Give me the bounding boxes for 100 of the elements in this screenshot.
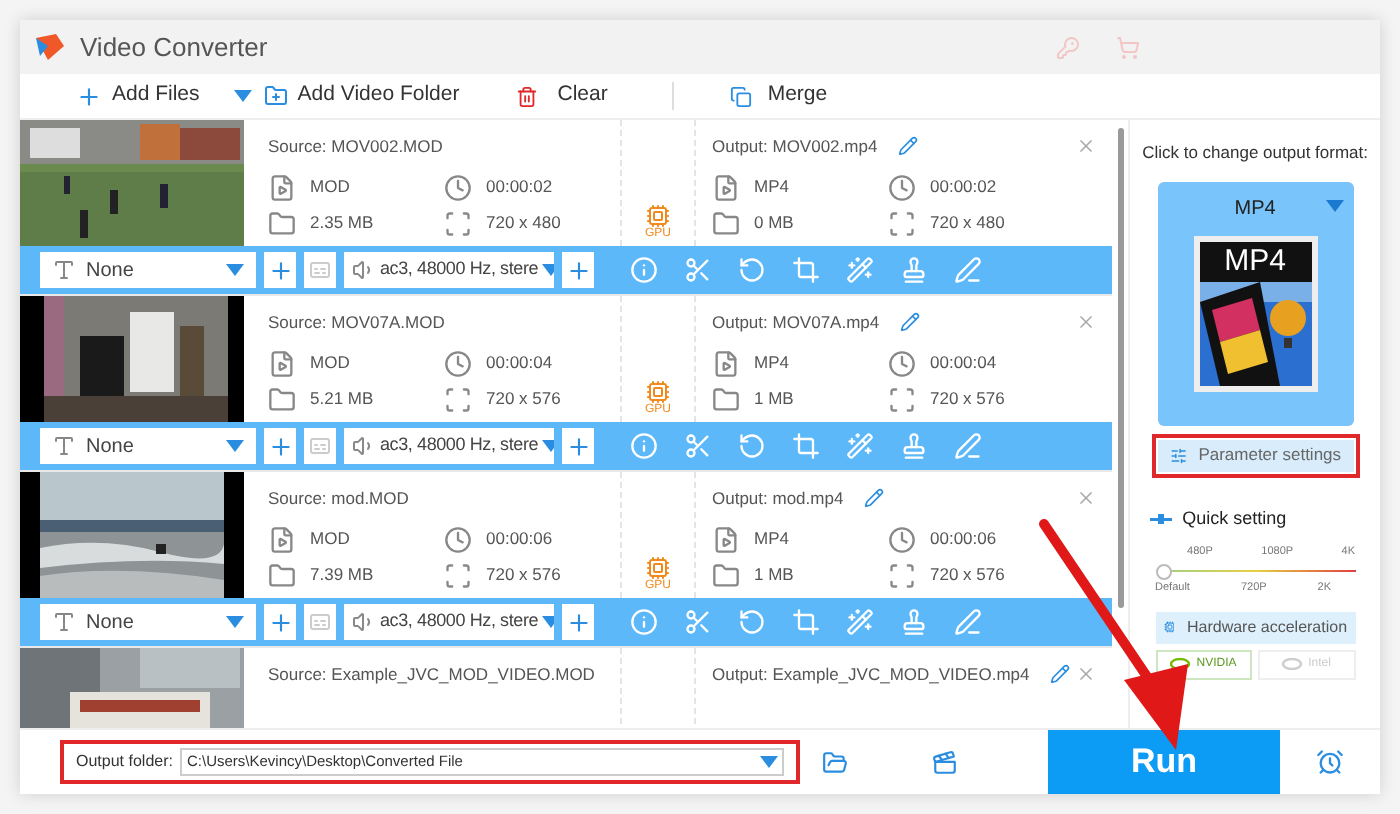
captions-button[interactable] bbox=[304, 604, 336, 640]
merge-button[interactable]: Merge bbox=[729, 80, 828, 112]
captions-button[interactable] bbox=[304, 428, 336, 464]
stamp-icon[interactable] bbox=[900, 432, 928, 460]
output-name: Output: mod.mp4 bbox=[712, 486, 844, 512]
chip-icon bbox=[646, 556, 670, 580]
cart-icon[interactable] bbox=[1116, 35, 1140, 59]
close-icon[interactable] bbox=[1076, 312, 1097, 333]
format-label: MP4 bbox=[1234, 195, 1276, 224]
captions-button[interactable] bbox=[304, 252, 336, 288]
add-files-button[interactable]: Add Files bbox=[76, 80, 200, 112]
rotate-icon[interactable] bbox=[738, 432, 766, 460]
format-hint: Click to change output format: bbox=[1142, 140, 1368, 166]
source-name: Source: MOV07A.MOD bbox=[268, 312, 445, 332]
subtitle-select[interactable]: None bbox=[40, 604, 256, 640]
subtitle-select[interactable]: None bbox=[40, 428, 256, 464]
add-subtitle-button[interactable] bbox=[264, 604, 296, 640]
scrollbar[interactable] bbox=[1117, 128, 1124, 608]
output-name: Output: MOV07A.mp4 bbox=[712, 310, 880, 336]
resolution-text: 720 x 576 bbox=[486, 562, 561, 589]
add-audio-button[interactable] bbox=[562, 604, 594, 640]
add-subtitle-button[interactable] bbox=[264, 428, 296, 464]
stamp-icon[interactable] bbox=[900, 608, 928, 636]
slider-thumb[interactable] bbox=[1155, 563, 1172, 579]
pencil-icon[interactable] bbox=[897, 136, 918, 157]
plus-icon bbox=[565, 257, 591, 283]
info-icon[interactable] bbox=[630, 608, 658, 636]
resolution-text: 720 x 480 bbox=[930, 210, 1005, 237]
duration-text: 00:00:02 bbox=[486, 174, 553, 201]
audio-select[interactable]: ac3, 48000 Hz, stere bbox=[344, 604, 554, 640]
caret-icon bbox=[226, 264, 244, 276]
pencil-icon[interactable] bbox=[863, 488, 884, 509]
quality-slider[interactable] bbox=[1155, 563, 1356, 579]
file-video-icon bbox=[712, 349, 740, 378]
stamp-icon[interactable] bbox=[900, 256, 928, 284]
resolution-text: 720 x 576 bbox=[486, 386, 561, 413]
crop-icon[interactable] bbox=[792, 432, 820, 460]
pen-icon[interactable] bbox=[954, 256, 982, 284]
captions-icon bbox=[308, 258, 332, 282]
crop-icon[interactable] bbox=[792, 608, 820, 636]
app-logo bbox=[36, 34, 64, 60]
chip-icon bbox=[646, 204, 670, 228]
caret-icon bbox=[226, 616, 244, 628]
close-icon[interactable] bbox=[1076, 488, 1097, 509]
clock-icon bbox=[444, 349, 472, 378]
add-subtitle-button[interactable] bbox=[264, 252, 296, 288]
folder-icon bbox=[268, 209, 296, 238]
pen-icon[interactable] bbox=[954, 432, 982, 460]
resolution-icon bbox=[888, 561, 916, 590]
folder-icon bbox=[712, 209, 740, 238]
scissors-icon[interactable] bbox=[684, 608, 712, 636]
rotate-icon[interactable] bbox=[738, 256, 766, 284]
duration-text: 00:00:02 bbox=[930, 174, 997, 201]
folder-open-icon[interactable] bbox=[822, 749, 848, 775]
sliders-icon bbox=[1169, 445, 1187, 466]
add-audio-button[interactable] bbox=[562, 252, 594, 288]
folder-icon bbox=[712, 561, 740, 590]
magic-wand-icon[interactable] bbox=[846, 432, 874, 460]
chip-icon bbox=[1163, 618, 1175, 637]
plus-icon bbox=[565, 609, 591, 635]
audio-select[interactable]: ac3, 48000 Hz, stere bbox=[344, 252, 554, 288]
alarm-clock-icon[interactable] bbox=[1316, 748, 1344, 776]
pen-icon[interactable] bbox=[954, 608, 982, 636]
scissors-icon[interactable] bbox=[684, 432, 712, 460]
subtitle-select[interactable]: None bbox=[40, 252, 256, 288]
text-icon bbox=[52, 434, 76, 458]
resolution-icon bbox=[444, 561, 472, 590]
speaker-icon bbox=[352, 610, 376, 634]
size-text: 1 MB bbox=[754, 386, 794, 413]
pencil-icon[interactable] bbox=[899, 312, 920, 333]
format-card[interactable]: MP4 MP4 bbox=[1157, 181, 1354, 426]
info-icon[interactable] bbox=[630, 432, 658, 460]
resolution-icon bbox=[444, 385, 472, 414]
film-icon[interactable] bbox=[932, 749, 958, 775]
parameter-settings-button[interactable]: Parameter settings bbox=[1157, 439, 1354, 472]
file-video-icon bbox=[268, 525, 296, 554]
close-icon[interactable] bbox=[1076, 664, 1097, 685]
clear-button[interactable]: Clear bbox=[515, 80, 608, 112]
duration-text: 00:00:06 bbox=[930, 526, 997, 553]
chip-icon bbox=[646, 380, 670, 404]
close-icon[interactable] bbox=[1076, 136, 1097, 157]
magic-wand-icon[interactable] bbox=[846, 608, 874, 636]
scissors-icon[interactable] bbox=[684, 256, 712, 284]
key-icon[interactable] bbox=[1056, 35, 1080, 59]
crop-icon[interactable] bbox=[792, 256, 820, 284]
magic-wand-icon[interactable] bbox=[846, 256, 874, 284]
quick-setting-label: Quick setting bbox=[1182, 505, 1287, 532]
caret-icon bbox=[760, 756, 778, 768]
plus-icon bbox=[565, 433, 591, 459]
pencil-icon[interactable] bbox=[1049, 664, 1070, 685]
add-audio-button[interactable] bbox=[562, 428, 594, 464]
info-icon[interactable] bbox=[630, 256, 658, 284]
plus-icon bbox=[267, 257, 293, 283]
trash-icon bbox=[515, 85, 538, 107]
audio-select[interactable]: ac3, 48000 Hz, stere bbox=[344, 428, 554, 464]
file-video-icon bbox=[268, 173, 296, 202]
rotate-icon[interactable] bbox=[738, 608, 766, 636]
add-folder-button[interactable]: Add Video Folder bbox=[263, 80, 460, 112]
add-dropdown-button[interactable] bbox=[233, 90, 252, 102]
text-icon bbox=[52, 258, 76, 282]
